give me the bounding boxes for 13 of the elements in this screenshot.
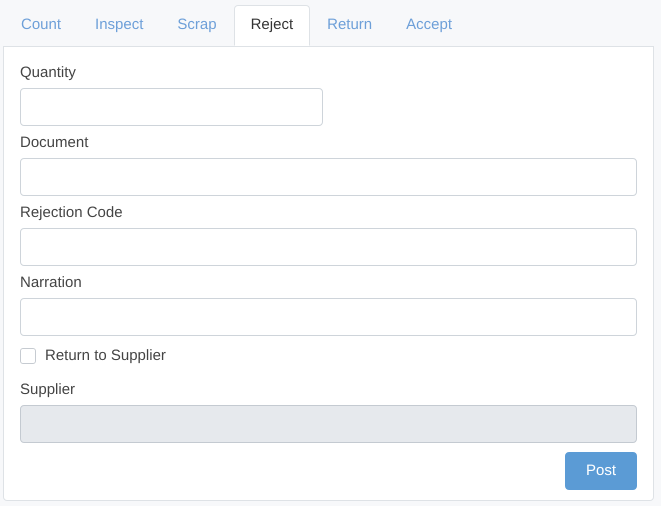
field-label: Narration	[20, 273, 83, 292]
tab[interactable]: Return	[310, 5, 390, 46]
field-label: Document	[20, 133, 90, 152]
checkbox-label: Return to Supplier	[45, 346, 166, 366]
tab[interactable]: Scrap	[160, 5, 234, 46]
tab[interactable]: Count	[4, 5, 78, 46]
post-button[interactable]: Post	[565, 452, 637, 490]
field-label: Rejection Code	[20, 203, 124, 222]
tab[interactable]: Reject	[234, 5, 310, 46]
tab[interactable]: Inspect	[78, 5, 160, 46]
tab[interactable]: Accept	[389, 5, 470, 46]
field-label: Quantity	[20, 63, 77, 82]
field-label: Supplier	[20, 380, 76, 399]
